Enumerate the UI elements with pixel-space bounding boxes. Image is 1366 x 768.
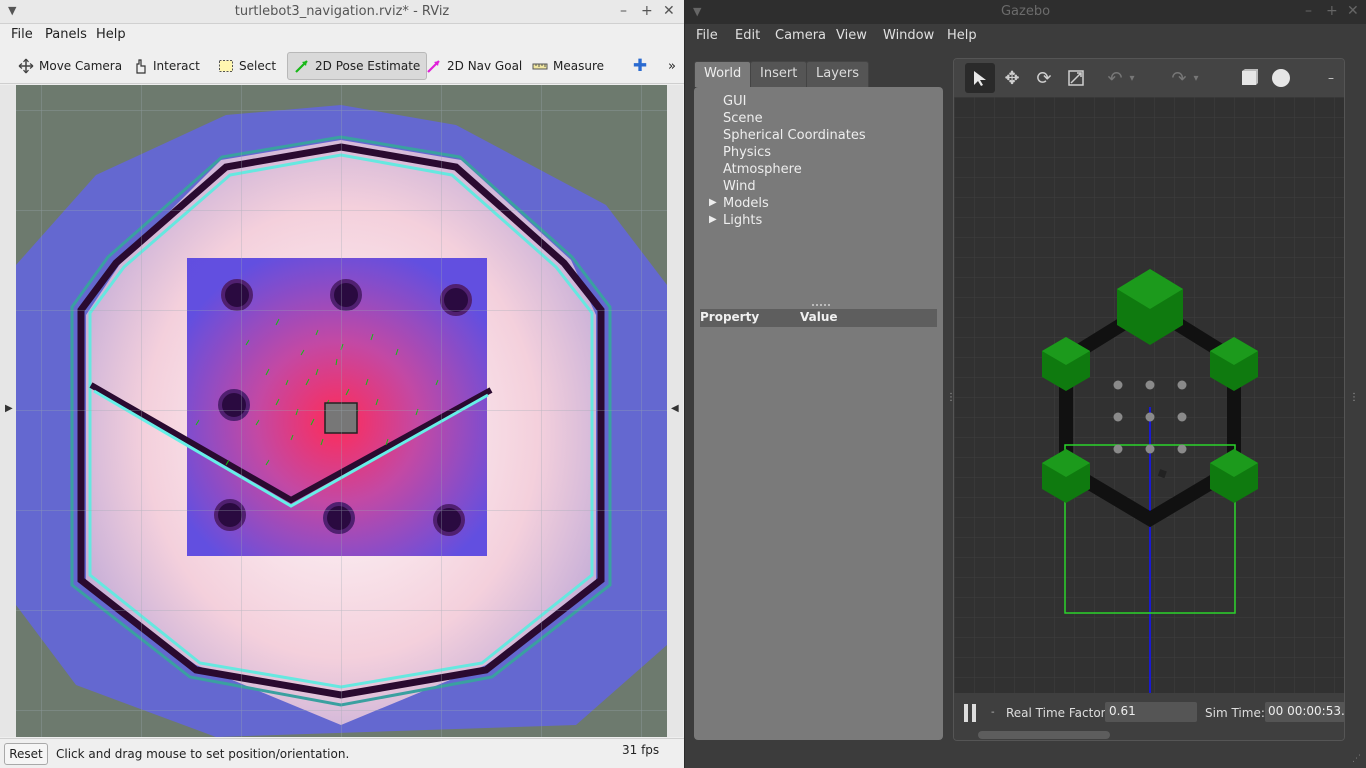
rviz-3d-view[interactable] <box>16 85 667 737</box>
rviz-menubar: File Panels Help <box>0 24 684 46</box>
gazebo-window-title: Gazebo <box>1000 4 1051 19</box>
tab-layers[interactable]: Layers <box>806 61 870 87</box>
status-message: Click and drag mouse to set position/ori… <box>56 747 350 761</box>
right-panel-handle[interactable]: ◀ <box>667 85 683 737</box>
magenta-arrow-icon <box>426 58 442 74</box>
gazebo-window: ▼ Gazebo – + ✕ File Edit Camera View Win… <box>685 0 1366 768</box>
tool-label: Select <box>239 59 277 73</box>
tool-label: Measure <box>553 59 604 73</box>
expand-left-icon: ▶ <box>5 403 13 414</box>
tool-label: 2D Nav Goal <box>447 59 523 73</box>
maximize-icon[interactable]: + <box>1326 3 1338 19</box>
tool-select[interactable]: Select <box>212 52 282 80</box>
sim-time-value: 00 00:00:53.5 <box>1265 702 1344 722</box>
value-column: Value <box>800 310 838 324</box>
sphere-icon[interactable] <box>1266 63 1296 93</box>
gazebo-titlebar: ▼ Gazebo – + ✕ <box>685 0 1366 24</box>
maximize-icon[interactable]: + <box>641 3 653 19</box>
tree-item-spherical-coordinates[interactable]: Spherical Coordinates <box>723 128 866 143</box>
tab-insert[interactable]: Insert <box>750 61 808 87</box>
property-table-header: Property Value <box>700 309 937 327</box>
fps-readout: 31 fps <box>622 743 660 757</box>
green-arrow-icon <box>294 58 310 74</box>
rotate-icon[interactable]: ⟳ <box>1029 63 1059 93</box>
resize-grip-icon[interactable]: ⋰ <box>1352 754 1362 764</box>
left-panel-handle[interactable]: ⋮ <box>946 392 956 403</box>
pause-button[interactable] <box>964 704 980 722</box>
tree-item-physics[interactable]: Physics <box>723 145 771 160</box>
redo-history-icon[interactable]: ▾ <box>1188 63 1204 93</box>
tool-label: Move Camera <box>39 59 123 73</box>
tool-measure[interactable]: Measure <box>526 52 610 80</box>
close-icon[interactable]: ✕ <box>663 3 675 19</box>
tree-item-models[interactable]: Models <box>723 196 769 211</box>
minimize-icon[interactable]: – <box>620 3 627 19</box>
select-arrow-icon[interactable] <box>965 63 995 93</box>
menu-help[interactable]: Help <box>947 28 977 43</box>
plus-icon: ✚ <box>632 56 648 76</box>
chevron-right-icon: » <box>668 58 676 74</box>
add-tool-button[interactable]: ✚ <box>626 52 654 80</box>
expand-right-icon: ◀ <box>671 403 679 414</box>
minimize-icon[interactable]: – <box>1305 3 1312 19</box>
tool-label: Interact <box>153 59 200 73</box>
costmap-render <box>16 85 667 737</box>
tool-interact[interactable]: Interact <box>126 52 206 80</box>
translate-icon[interactable]: ✥ <box>997 63 1027 93</box>
menu-window[interactable]: Window <box>883 28 934 43</box>
world-render <box>954 97 1344 693</box>
real-time-factor-label: Real Time Factor: <box>1006 706 1110 720</box>
tab-world[interactable]: World <box>694 61 752 87</box>
tree-item-lights[interactable]: Lights <box>723 213 762 228</box>
menu-camera[interactable]: Camera <box>775 28 826 43</box>
tool-label: 2D Pose Estimate <box>315 59 421 73</box>
rviz-statusbar: Reset Click and drag mouse to set positi… <box>0 738 684 768</box>
ruler-icon <box>532 58 548 74</box>
step-icon[interactable]: - <box>991 707 995 718</box>
gazebo-3d-view[interactable] <box>954 97 1344 693</box>
gazebo-time-panel: - Real Time Factor: 0.61 Sim Time: 00 00… <box>954 693 1344 740</box>
menu-panels[interactable]: Panels <box>45 27 87 42</box>
real-time-factor-value: 0.61 <box>1105 702 1197 722</box>
move-camera-icon <box>18 58 34 74</box>
menu-help[interactable]: Help <box>96 27 126 42</box>
left-panel-handle[interactable]: ▶ <box>0 85 16 737</box>
hand-icon <box>132 58 148 74</box>
rviz-toolbar: Move Camera Interact Select 2D Pose Esti… <box>0 46 684 84</box>
gazebo-toolbar: ✥ ⟳ ↶ ▾ ↷ ▾ – <box>954 59 1344 97</box>
toolbar-menu-icon[interactable]: – <box>1316 63 1344 93</box>
gazebo-menubar: File Edit Camera View Window Help <box>685 24 1366 50</box>
world-panel: GUI Scene Spherical Coordinates Physics … <box>694 87 943 740</box>
property-column: Property <box>700 310 760 324</box>
tree-item-wind[interactable]: Wind <box>723 179 756 194</box>
tool-move-camera[interactable]: Move Camera <box>12 52 128 80</box>
scale-icon[interactable] <box>1061 63 1091 93</box>
rviz-titlebar: ▼ turtlebot3_navigation.rviz* - RViz – +… <box>0 0 684 24</box>
undo-history-icon[interactable]: ▾ <box>1124 63 1140 93</box>
rviz-window-title: turtlebot3_navigation.rviz* - RViz <box>234 4 450 19</box>
menu-file[interactable]: File <box>696 28 718 43</box>
sim-time-label: Sim Time: <box>1205 706 1265 720</box>
close-icon[interactable]: ✕ <box>1347 3 1359 19</box>
right-panel-handle[interactable]: ⋮ <box>1349 392 1359 403</box>
tool-2d-pose-estimate[interactable]: 2D Pose Estimate <box>287 52 428 80</box>
tree-item-atmosphere[interactable]: Atmosphere <box>723 162 802 177</box>
expand-lights-icon[interactable]: ▶ <box>709 214 717 225</box>
tool-2d-nav-goal[interactable]: 2D Nav Goal <box>420 52 528 80</box>
rviz-window: ▼ turtlebot3_navigation.rviz* - RViz – +… <box>0 0 684 768</box>
toolbar-overflow-button[interactable]: » <box>662 52 682 80</box>
menu-view[interactable]: View <box>836 28 867 43</box>
tree-item-scene[interactable]: Scene <box>723 111 763 126</box>
menu-file[interactable]: File <box>11 27 33 42</box>
tree-item-gui[interactable]: GUI <box>723 94 746 109</box>
panel-splitter[interactable] <box>812 304 830 306</box>
horizontal-scrollbar[interactable] <box>978 731 1110 739</box>
gazebo-scene-panel: ✥ ⟳ ↶ ▾ ↷ ▾ – - Real Time Factor: 0.61 S… <box>953 58 1345 741</box>
reset-button[interactable]: Reset <box>4 743 48 765</box>
expand-models-icon[interactable]: ▶ <box>709 197 717 208</box>
select-box-icon <box>218 58 234 74</box>
box-icon[interactable] <box>1234 63 1264 93</box>
menu-edit[interactable]: Edit <box>735 28 760 43</box>
